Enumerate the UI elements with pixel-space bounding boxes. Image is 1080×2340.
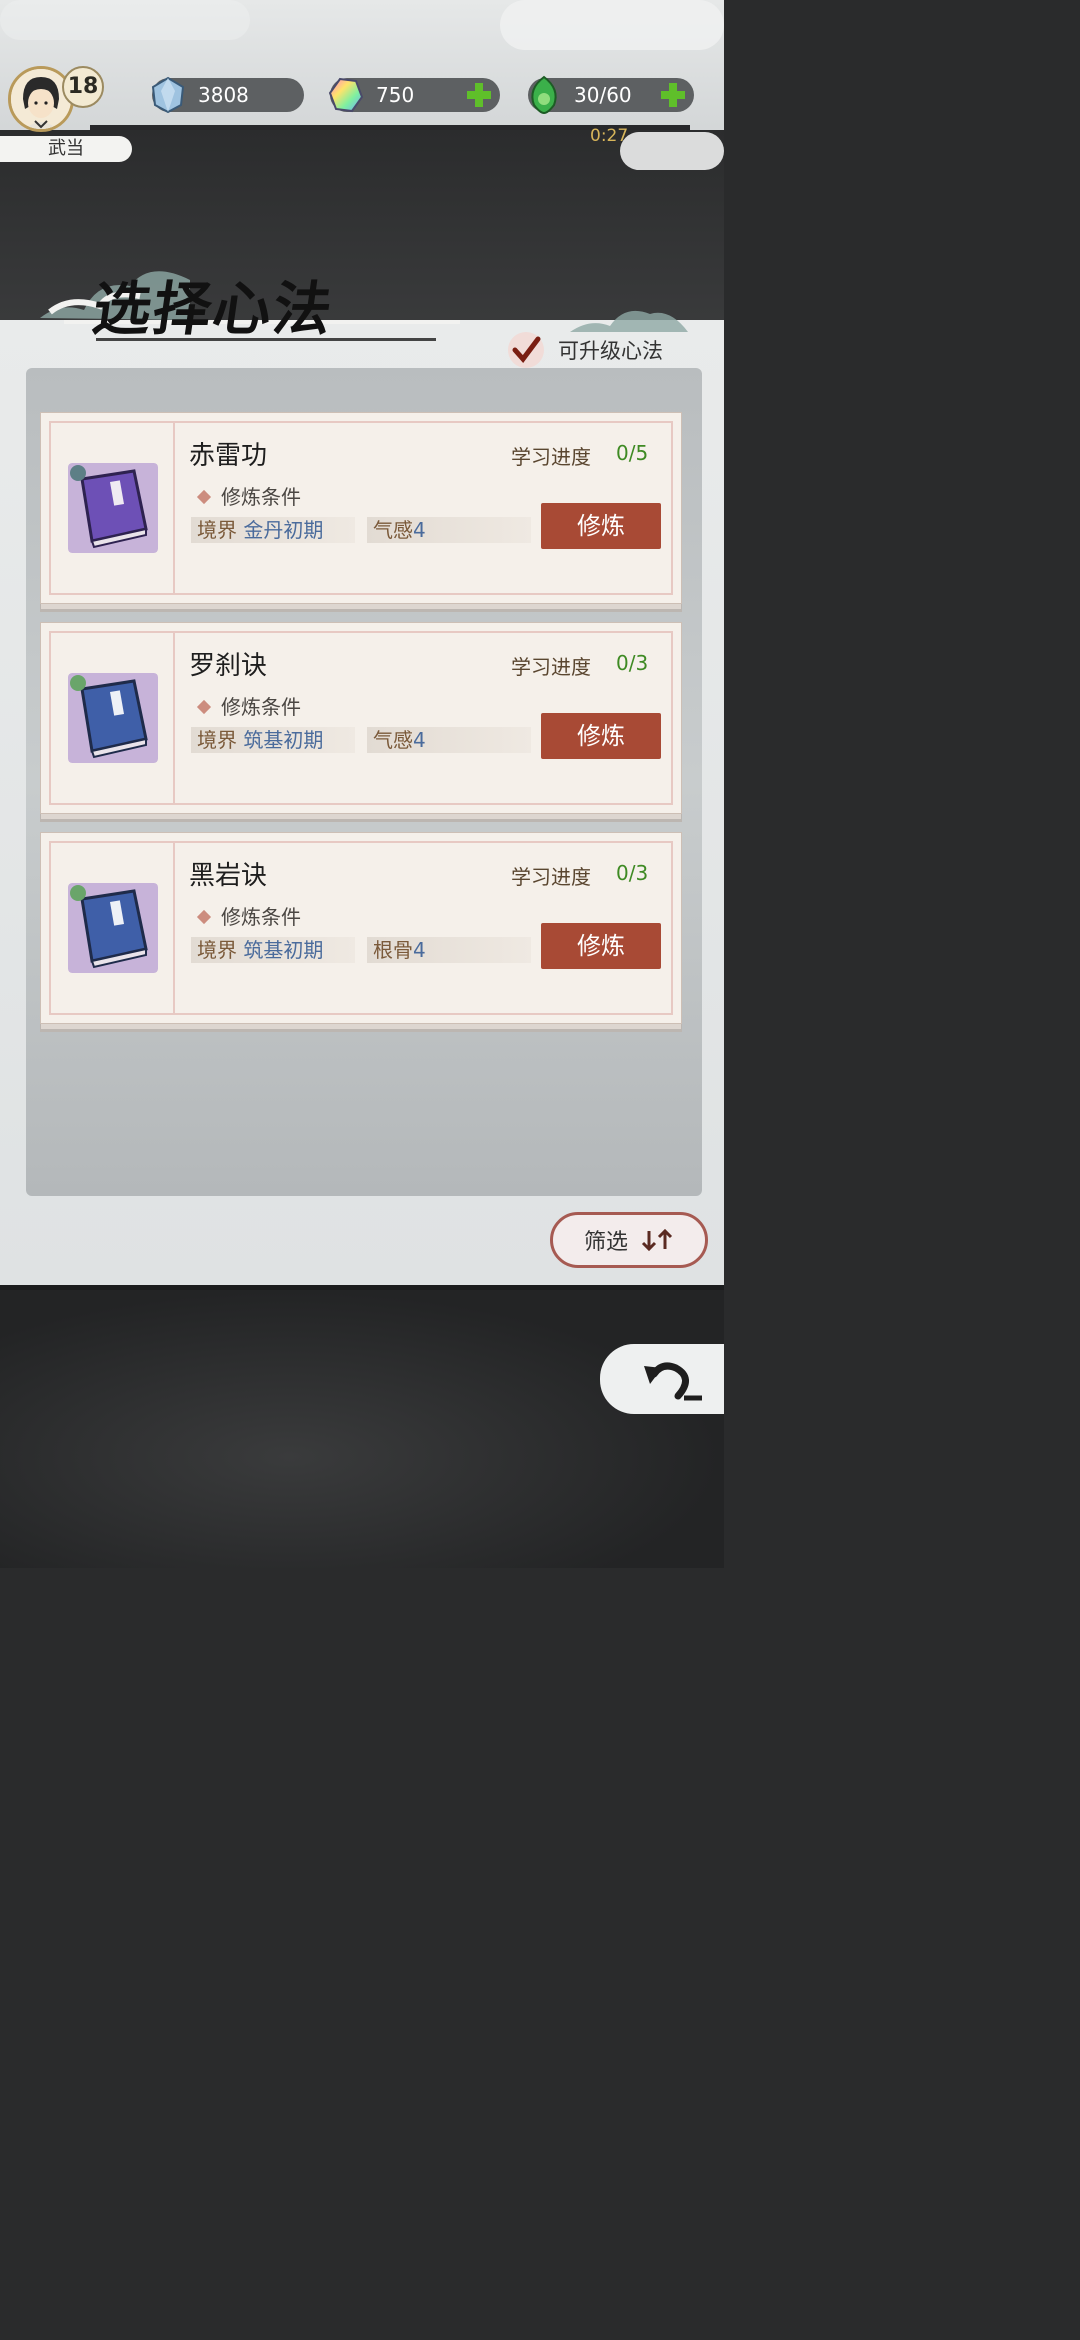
- gem-counter: 3808: [151, 76, 304, 114]
- upgradable-filter-toggle[interactable]: 可升级心法: [508, 330, 663, 370]
- diamond-icon: [196, 489, 212, 504]
- stat-requirement: 根骨4: [367, 937, 531, 963]
- crystal-count: 750: [376, 83, 415, 107]
- realm-requirement: 境界 金丹初期: [191, 517, 355, 543]
- card-divider: [173, 421, 175, 595]
- requirement-value: 金丹初期: [243, 518, 324, 542]
- progress-value: 0/3: [616, 861, 649, 885]
- stamina-counter: 30/60: [528, 75, 694, 115]
- checkmark-icon: [512, 336, 541, 363]
- requirement-value: 筑基初期: [243, 938, 324, 962]
- requirement-label: 境界: [197, 938, 237, 962]
- requirement-label: 境界: [197, 518, 237, 542]
- progress-value: 0/3: [616, 651, 649, 675]
- requirement-label: 气感: [373, 728, 413, 752]
- level-badge: 18: [62, 66, 104, 108]
- condition-label: 修炼条件: [221, 695, 301, 719]
- filter-button[interactable]: 筛选: [550, 1212, 708, 1268]
- card-divider: [173, 631, 175, 805]
- condition-heading: 修炼条件: [196, 901, 301, 930]
- requirement-value: 4: [413, 518, 426, 542]
- requirement-value: 筑基初期: [243, 728, 324, 752]
- technique-card[interactable]: 赤雷功 学习进度 0/5 修炼条件 境界 金丹初期 气感4 修炼: [40, 412, 682, 604]
- purple-manual-book-icon: [68, 463, 158, 553]
- progress-label: 学习进度: [511, 445, 591, 469]
- stat-requirement: 气感4: [367, 517, 531, 543]
- condition-heading: 修炼条件: [196, 691, 301, 720]
- technique-name: 罗刹诀: [189, 651, 268, 681]
- requirement-label: 气感: [373, 518, 413, 542]
- sect-label: 武当: [0, 136, 132, 162]
- requirement-value: 4: [413, 728, 426, 752]
- add-stamina-icon[interactable]: [658, 80, 688, 110]
- condition-label: 修炼条件: [221, 485, 301, 509]
- technique-card[interactable]: 罗刹诀 学习进度 0/3 修炼条件 境界 筑基初期 气感4 修炼: [40, 622, 682, 814]
- train-button[interactable]: 修炼: [541, 713, 661, 759]
- crystal-counter: 750: [328, 77, 500, 113]
- bottom-background: [0, 1290, 724, 1568]
- add-crystal-icon[interactable]: [464, 80, 494, 110]
- diamond-icon: [196, 909, 212, 924]
- title-banner: 选择心法: [40, 240, 460, 350]
- train-button[interactable]: 修炼: [541, 923, 661, 969]
- card-divider: [173, 841, 175, 1015]
- cloud-decoration: [500, 0, 724, 50]
- cloud-decoration: [0, 0, 250, 40]
- train-button[interactable]: 修炼: [541, 503, 661, 549]
- checkbox[interactable]: [508, 332, 544, 368]
- technique-name: 黑岩诀: [189, 861, 268, 891]
- realm-requirement: 境界 筑基初期: [191, 727, 355, 753]
- title-underline: [96, 338, 436, 341]
- stamina-count: 30/60: [574, 83, 632, 107]
- blue-manual-book-icon: [68, 673, 158, 763]
- blue-manual-book-icon: [68, 883, 158, 973]
- stat-requirement: 气感4: [367, 727, 531, 753]
- back-arrow-icon: [644, 1362, 702, 1401]
- progress-value: 0/5: [616, 441, 649, 465]
- technique-name: 赤雷功: [189, 441, 268, 471]
- condition-label: 修炼条件: [221, 905, 301, 929]
- page-title: 选择心法: [88, 275, 339, 343]
- sort-arrows-icon: [641, 1228, 673, 1252]
- back-button[interactable]: [600, 1344, 724, 1414]
- rainbow-crystal-icon: [328, 77, 364, 113]
- requirement-label: 根骨: [373, 938, 413, 962]
- condition-heading: 修炼条件: [196, 481, 301, 510]
- cloud-decoration: [620, 132, 724, 170]
- requirement-value: 4: [413, 938, 426, 962]
- progress-label: 学习进度: [511, 655, 591, 679]
- gem-icon: [151, 76, 185, 114]
- progress-label: 学习进度: [511, 865, 591, 889]
- upgradable-label: 可升级心法: [558, 339, 663, 363]
- realm-requirement: 境界 筑基初期: [191, 937, 355, 963]
- jade-leaf-icon: [531, 75, 557, 115]
- requirement-label: 境界: [197, 728, 237, 752]
- gem-count: 3808: [198, 83, 249, 107]
- filter-label: 筛选: [583, 1230, 628, 1255]
- diamond-icon: [196, 699, 212, 714]
- technique-card[interactable]: 黑岩诀 学习进度 0/3 修炼条件 境界 筑基初期 根骨4 修炼: [40, 832, 682, 1024]
